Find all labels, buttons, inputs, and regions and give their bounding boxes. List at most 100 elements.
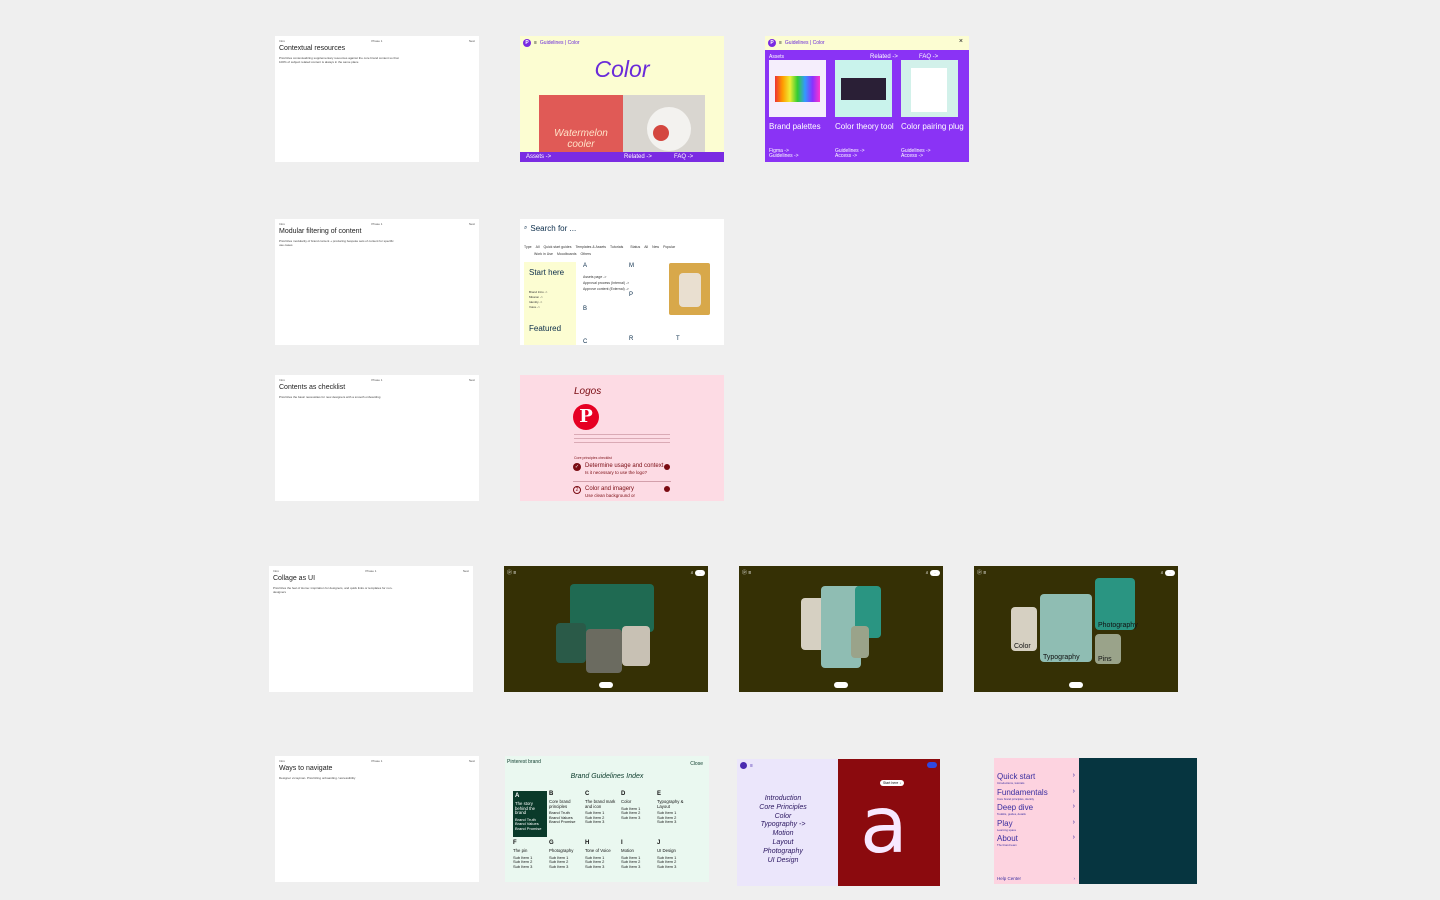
photography-tile[interactable]: Photography <box>1095 578 1138 630</box>
filter-chip[interactable]: Tutorials <box>610 245 623 249</box>
expand-icon[interactable] <box>664 464 670 470</box>
menu-frame[interactable]: ≡ Introduction Core Principles Color Typ… <box>737 759 940 886</box>
brand-index-frame[interactable]: Pinterest brand Close Brand Guidelines I… <box>505 756 709 882</box>
filter-chip[interactable]: All <box>536 245 540 249</box>
list-item[interactable]: Approve content (External) -> <box>583 286 629 292</box>
nav-item[interactable]: Play Learning space › <box>997 819 1075 835</box>
close-button[interactable]: Close <box>690 761 703 767</box>
breadcrumb[interactable]: Guidelines | Color <box>540 40 580 46</box>
menu-item[interactable]: Color <box>753 813 813 822</box>
collage-tile[interactable] <box>622 626 650 666</box>
index-cell[interactable]: H Tone of Voice Sub Item 1 Sub Item 2 Sub It… <box>585 840 619 869</box>
nav-frame[interactable]: Quick start Introductions, tutorials › Fund… <box>994 758 1197 884</box>
index-subitem[interactable]: Sub Item 3 <box>657 864 691 870</box>
index-cell[interactable]: J UI Design Sub Item 1 Sub Item 2 Sub Item 3 <box>657 840 691 869</box>
menu-icon[interactable]: ≡ <box>750 763 753 769</box>
brand-palettes-card[interactable] <box>769 60 826 117</box>
index-subitem[interactable]: Sub Item 3 <box>621 815 655 821</box>
index-cell[interactable]: A The story behind the brand Brand Truth Br… <box>513 791 547 837</box>
index-cell[interactable]: F The pin Sub Item 1 Sub Item 2 Sub Item 3 <box>513 840 547 869</box>
filter-chip[interactable]: New <box>652 245 659 249</box>
menu-item[interactable]: Motion <box>753 830 813 839</box>
color-pairing-plugin-card[interactable] <box>901 60 958 117</box>
filter-chip[interactable]: Work in Use <box>534 252 553 256</box>
index-subitem[interactable]: Brand Promise <box>515 826 545 832</box>
search-icon[interactable]: ⌕ <box>691 570 694 576</box>
pinterest-logo-icon[interactable]: ⓟ <box>507 570 512 576</box>
index-subitem[interactable]: Sub Item 3 <box>621 864 655 870</box>
collage-tile[interactable] <box>556 623 586 663</box>
pinterest-logo-icon[interactable]: P <box>768 39 776 47</box>
menu-item[interactable]: Typography -> <box>753 821 813 830</box>
filter-chip[interactable]: Moodboards <box>557 252 576 256</box>
pins-tile[interactable]: Pins <box>1095 634 1121 664</box>
nav-item[interactable]: About The brand team › <box>997 834 1075 850</box>
menu-item[interactable]: Layout <box>753 839 813 848</box>
bottom-pill-button[interactable] <box>1069 682 1083 688</box>
card-link[interactable]: Access -> <box>835 154 865 159</box>
bottom-pill-button[interactable] <box>834 682 848 688</box>
menu-icon[interactable]: ≡ <box>513 570 516 576</box>
pinterest-logo-icon[interactable]: P <box>523 39 531 47</box>
pinterest-logo-icon[interactable]: ⓟ <box>742 570 747 576</box>
profile-button[interactable]: ·· <box>695 569 705 576</box>
search-page-frame[interactable]: ⌕ Search for ... Type All Quick start gu… <box>520 219 724 345</box>
filter-chip[interactable]: Quick start guides <box>543 245 571 249</box>
search-icon[interactable]: ⌕ <box>926 570 929 576</box>
menu-item[interactable]: Core Principles <box>753 804 813 813</box>
card-link[interactable]: Access -> <box>901 154 931 159</box>
filter-chip[interactable]: Popular <box>663 245 675 249</box>
collage-frame-shapes[interactable]: ⓟ ≡ ⌕ ·· <box>739 566 943 692</box>
index-cell[interactable]: E Typography & Layout Sub Item 1 Sub Item 2… <box>657 791 691 825</box>
assets-page-frame[interactable]: P ≡ Guidelines | Color × Assets Related … <box>765 36 969 162</box>
menu-icon[interactable]: ≡ <box>534 40 537 46</box>
color-page-frame[interactable]: P ≡ Guidelines | Color Color Watermelon … <box>520 36 724 162</box>
card-link[interactable]: Guidelines -> <box>769 154 799 159</box>
typography-tile[interactable]: Typography <box>1040 594 1092 662</box>
faq-link[interactable]: FAQ -> <box>674 154 693 160</box>
nav-item[interactable]: Quick start Introductions, tutorials › <box>997 772 1075 788</box>
index-subitem[interactable]: Sub Item 3 <box>585 864 619 870</box>
profile-button[interactable]: ·· <box>930 569 940 576</box>
menu-item[interactable]: Photography <box>753 848 813 857</box>
close-icon[interactable]: × <box>959 38 963 45</box>
profile-button[interactable]: ·· <box>1165 569 1175 576</box>
related-link[interactable]: Related -> <box>624 154 674 160</box>
index-cell[interactable]: G Photography Sub Item 1 Sub Item 2 Sub Item… <box>549 840 583 869</box>
breadcrumb[interactable]: Guidelines | Color <box>785 40 825 46</box>
search-bar[interactable]: ⌕ Search for ... <box>524 224 720 233</box>
expand-icon[interactable] <box>664 486 670 492</box>
pinterest-logo-icon[interactable] <box>740 762 747 769</box>
menu-icon[interactable]: ≡ <box>748 570 751 576</box>
index-subitem[interactable]: Sub Item 3 <box>657 819 691 825</box>
nav-item[interactable]: Fundamentals Core brand principles, ident… <box>997 788 1075 804</box>
collage-tile[interactable] <box>586 629 622 673</box>
index-cell[interactable]: D Color Sub Item 1 Sub Item 2 Sub Item 3 <box>621 791 655 820</box>
sidebar-item[interactable]: Voice -> <box>529 305 547 310</box>
collage-frame-photos[interactable]: ⓟ ≡ ⌕ ·· <box>504 566 708 692</box>
filter-chip[interactable]: Templates & Assets <box>575 245 606 249</box>
help-center-link[interactable]: Help Center › <box>997 876 1075 881</box>
menu-pill[interactable] <box>927 762 937 768</box>
collage-frame-labeled[interactable]: ⓟ ≡ ⌕ ·· Color Typography Photography Pin… <box>974 566 1178 692</box>
color-tile[interactable]: Color <box>1011 607 1037 651</box>
filter-chip[interactable]: All <box>644 245 648 249</box>
index-subitem[interactable]: Sub Item 3 <box>585 819 619 825</box>
menu-icon[interactable]: ≡ <box>983 570 986 576</box>
color-theory-tool-card[interactable] <box>835 60 892 117</box>
menu-item[interactable]: Introduction <box>753 795 813 804</box>
index-subitem[interactable]: Brand Promise <box>549 819 583 825</box>
index-cell[interactable]: B Core brand principles Brand Truth Brand V… <box>549 791 583 825</box>
index-cell[interactable]: C The brand mark and icon Sub Item 1 Sub It… <box>585 791 619 825</box>
search-icon[interactable]: ⌕ <box>1161 570 1164 576</box>
logos-page-frame[interactable]: Logos P Core principles checklist ✓ Dete… <box>520 375 724 501</box>
index-subitem[interactable]: Sub Item 3 <box>549 864 583 870</box>
nav-item[interactable]: Deep dive Toolkits, guides, details › <box>997 803 1075 819</box>
pinterest-logo-icon[interactable]: ⓟ <box>977 570 982 576</box>
collage-tile[interactable] <box>851 626 869 658</box>
search-input[interactable]: Search for ... <box>530 224 576 233</box>
menu-icon[interactable]: ≡ <box>779 40 782 46</box>
menu-item[interactable]: UI Design <box>753 857 813 866</box>
index-cell[interactable]: I Motion Sub Item 1 Sub Item 2 Sub Item 3 <box>621 840 655 869</box>
index-subitem[interactable]: Sub Item 3 <box>513 864 547 870</box>
